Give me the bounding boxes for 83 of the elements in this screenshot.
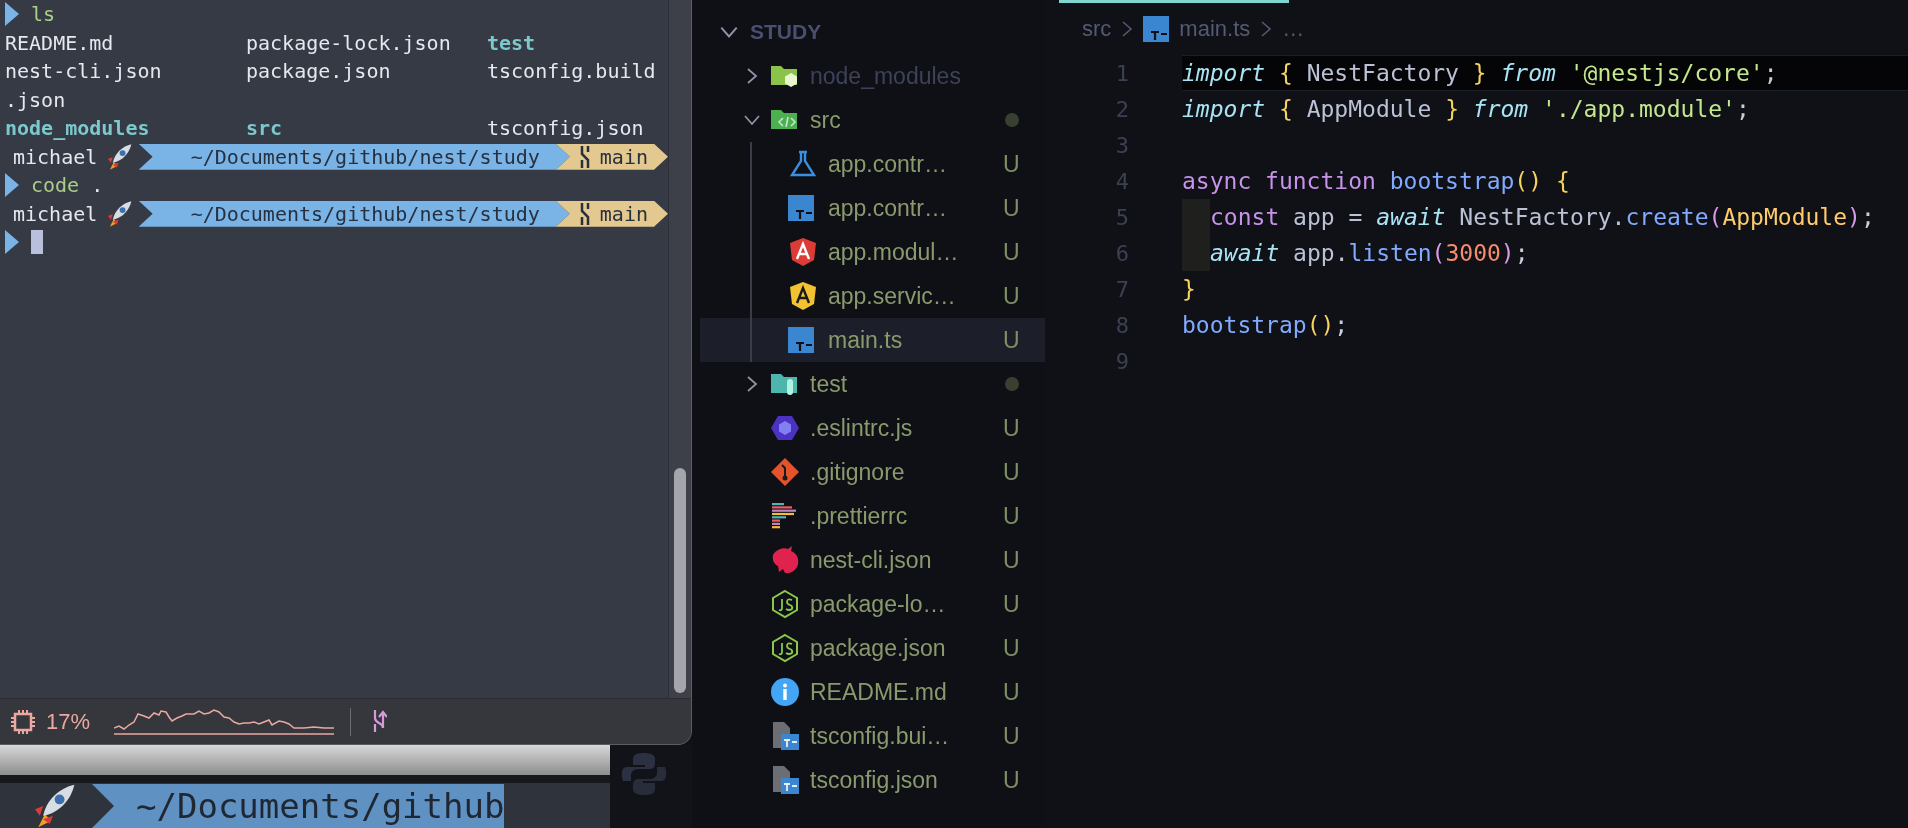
folder-title: STUDY <box>750 20 822 44</box>
git-status: U <box>1003 590 1021 618</box>
command-text: ls <box>30 2 56 27</box>
file-name: README.md <box>810 678 948 706</box>
folder-name: test <box>810 370 849 398</box>
prompt-path: ~/Documents/github <box>92 784 505 828</box>
directory-name: test <box>487 30 536 55</box>
file-name: tsconfig.json <box>487 116 644 141</box>
git-status: U <box>1003 634 1021 662</box>
git-status: U <box>1003 282 1021 310</box>
file-row[interactable]: app.servic… U <box>700 274 1045 318</box>
branch-name: main <box>599 201 648 226</box>
file-name: nest-cli.json <box>810 546 933 574</box>
file-name: package-lo… <box>810 590 947 618</box>
file-name: main.ts <box>828 326 904 354</box>
user-name: michael <box>13 144 98 169</box>
file-name: .gitignore <box>810 458 906 486</box>
file-row[interactable]: app.modul… U <box>700 230 1045 274</box>
file-name: app.servic… <box>828 282 957 310</box>
file-name: app.contr… <box>828 150 948 178</box>
git-status: U <box>1003 502 1021 530</box>
git-status: U <box>1003 546 1021 574</box>
code-line: } <box>1182 275 1197 304</box>
line-number: 4 <box>1114 168 1129 194</box>
file-row[interactable]: .gitignore U <box>700 450 1045 494</box>
file-name: app.contr… <box>828 194 948 222</box>
file-name: tsconfig.bui… <box>810 722 951 750</box>
folder-name: src <box>810 106 842 134</box>
folder-row[interactable]: test <box>700 362 1045 406</box>
code-line: import { AppModule } from './app.module'; <box>1182 95 1751 124</box>
code-line: bootstrap(); <box>1182 311 1350 340</box>
file-row[interactable]: tsconfig.bui… U <box>700 714 1045 758</box>
line-number: 6 <box>1114 240 1129 266</box>
git-status: U <box>1003 678 1021 706</box>
file-row[interactable]: package-lo… U <box>700 582 1045 626</box>
cpu-usage: 17% <box>46 708 91 735</box>
command-text: code . <box>30 173 104 198</box>
code-line: const app = await NestFactory.create(AppModule); <box>1182 199 1908 235</box>
file-name: .json <box>5 87 66 112</box>
line-number: 7 <box>1114 276 1129 302</box>
git-status: U <box>1003 238 1021 266</box>
line-number: 2 <box>1114 96 1129 122</box>
file-row[interactable]: tsconfig.json U <box>700 758 1045 802</box>
file-name: .eslintrc.js <box>810 414 914 442</box>
file-name: package-lock.json <box>246 30 452 55</box>
file-name: package.json <box>810 634 947 662</box>
git-status: U <box>1003 326 1021 354</box>
git-status: U <box>1003 766 1021 794</box>
git-status: U <box>1003 150 1021 178</box>
file-row[interactable]: nest-cli.json U <box>700 538 1045 582</box>
file-row[interactable]: .prettierrc U <box>700 494 1045 538</box>
line-number: 5 <box>1114 204 1129 230</box>
git-status: U <box>1003 722 1021 750</box>
file-name: app.modul… <box>828 238 960 266</box>
file-name: tsconfig.build <box>487 59 656 84</box>
file-name: tsconfig.json <box>810 766 939 794</box>
folder-name: node_modules <box>810 62 962 90</box>
code-line: async function bootstrap() { <box>1182 167 1571 196</box>
prompt-path: ~/Documents/github/nest/study <box>138 143 570 170</box>
git-status: U <box>1003 458 1021 486</box>
user-name: michael <box>13 201 98 226</box>
code-line: await app.listen(3000); <box>1182 235 1908 271</box>
directory-name: node_modules <box>5 116 151 141</box>
prompt-path: ~/Documents/github/nest/study <box>138 200 570 227</box>
file-row[interactable]: package.json U <box>700 626 1045 670</box>
branch-name: main <box>599 144 648 169</box>
git-status: U <box>1003 194 1021 222</box>
git-status: U <box>1003 414 1021 442</box>
file-row[interactable]: app.contr… U <box>700 186 1045 230</box>
file-name: README.md <box>5 30 115 55</box>
line-number: 3 <box>1114 132 1129 158</box>
file-row[interactable]: .eslintrc.js U <box>700 406 1045 450</box>
file-row[interactable]: app.contr… U <box>700 142 1045 186</box>
line-number: 1 <box>1114 60 1129 86</box>
line-number: 8 <box>1114 312 1129 338</box>
file-row[interactable]: README.md U <box>700 670 1045 714</box>
directory-name: src <box>246 116 284 141</box>
line-number: 9 <box>1114 348 1129 374</box>
file-name: package.json <box>246 59 392 84</box>
file-row[interactable]: main.ts U <box>700 318 1045 362</box>
file-name: .prettierrc <box>810 502 909 530</box>
folder-row[interactable]: src <box>700 98 1045 142</box>
file-name: nest-cli.json <box>5 59 163 84</box>
